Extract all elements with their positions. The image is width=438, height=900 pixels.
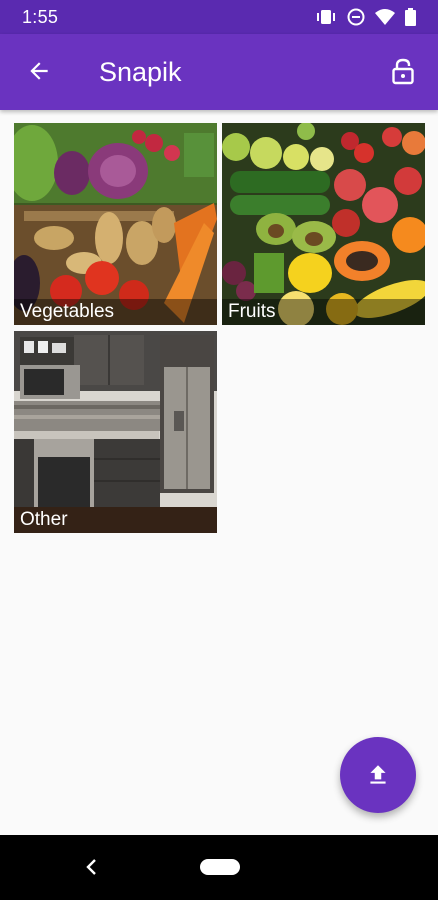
status-time: 1:55 — [22, 6, 59, 27]
system-nav-bar — [0, 835, 438, 900]
status-icons — [315, 8, 416, 26]
other-image — [14, 331, 217, 533]
upload-button[interactable] — [340, 737, 416, 813]
category-label-fruits: Fruits — [222, 299, 425, 325]
category-label-vegetables: Vegetables — [14, 299, 217, 325]
arrow-back-icon — [30, 62, 48, 80]
nav-home-pill[interactable] — [200, 859, 240, 875]
category-tile-vegetables[interactable]: Vegetables — [14, 123, 217, 325]
app-bar: Snapik — [0, 34, 438, 110]
fruits-image — [222, 123, 425, 325]
lock-open-icon — [392, 58, 414, 85]
battery-icon — [405, 8, 416, 26]
do-not-disturb-icon — [347, 8, 365, 26]
category-tile-fruits[interactable]: Fruits — [222, 123, 425, 325]
back-button[interactable] — [16, 48, 62, 94]
upload-icon — [370, 765, 386, 784]
wifi-icon — [375, 8, 395, 26]
vegetables-image — [14, 123, 217, 325]
lock-button[interactable] — [380, 48, 426, 94]
category-label-other: Other — [14, 507, 217, 533]
vibrate-icon — [315, 8, 337, 26]
app-title: Snapik — [99, 57, 182, 87]
nav-back-icon[interactable] — [80, 855, 104, 879]
category-tile-other[interactable]: Other — [14, 331, 217, 533]
status-bar: 1:55 — [0, 0, 438, 34]
